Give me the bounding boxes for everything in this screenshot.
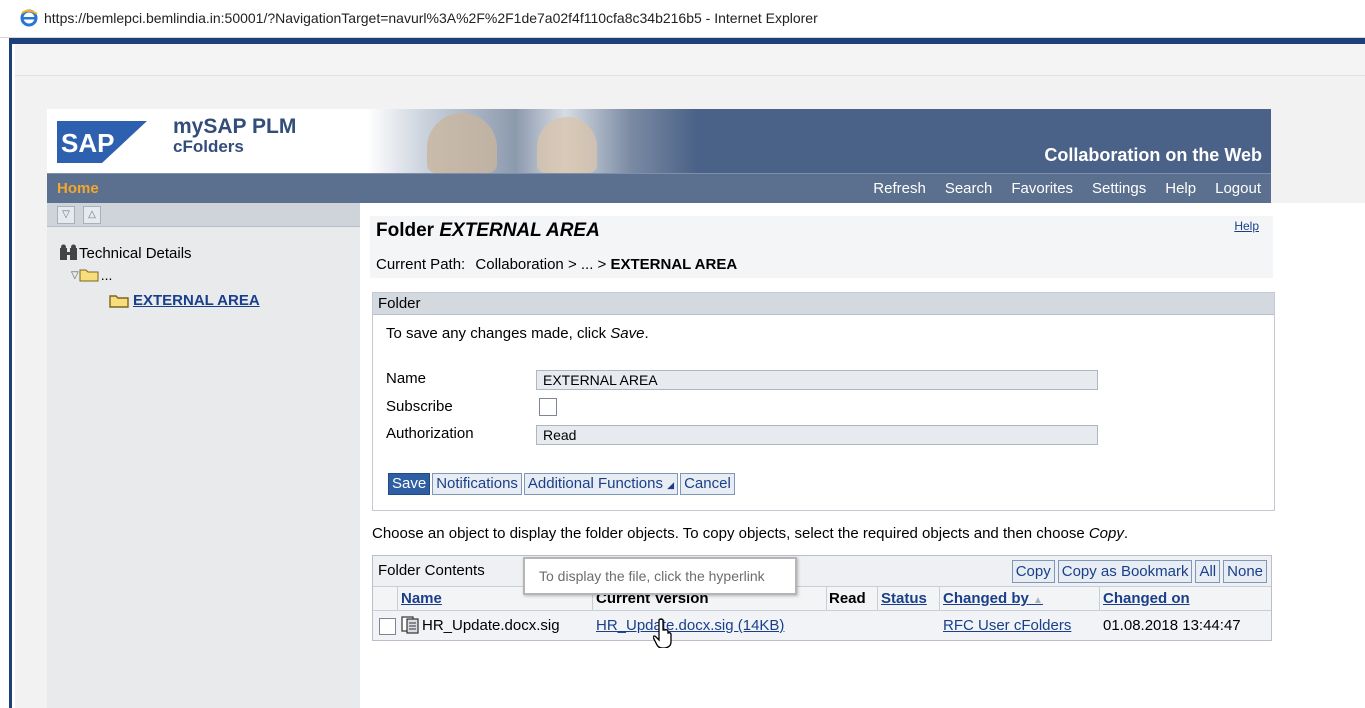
page-title-name: EXTERNAL AREA: [439, 220, 600, 241]
folder-contents-table: Folder Contents Copy Copy as Bookmark Al…: [372, 555, 1272, 641]
select-all-button[interactable]: All: [1195, 560, 1221, 583]
additional-functions-button[interactable]: Additional Functions ◢: [523, 473, 679, 495]
hand-cursor-icon: [653, 618, 672, 648]
row-select-checkbox[interactable]: [379, 618, 396, 635]
breadcrumb: Current Path: Collaboration > ... > EXTE…: [376, 256, 737, 273]
folder-actions: Save Notifications Additional Functions …: [388, 473, 735, 495]
page-title: Folder EXTERNAL AREA: [376, 220, 600, 242]
copy-instructions-suffix: .: [1123, 525, 1129, 542]
nav-search-link[interactable]: Search: [945, 180, 993, 197]
tree-parent-label: ...: [100, 267, 113, 283]
menu-arrow-icon: ◢: [667, 480, 675, 490]
help-link[interactable]: Help: [1234, 219, 1259, 233]
row-version-link[interactable]: HR_Update.docx.sig (14KB): [596, 617, 784, 634]
save-hint-prefix: To save any changes made, click: [386, 325, 607, 342]
nav-help-link[interactable]: Help: [1165, 180, 1196, 197]
nav-home-link[interactable]: Home: [57, 180, 99, 197]
notifications-button[interactable]: Notifications: [432, 473, 522, 495]
save-hint-suffix: .: [644, 325, 649, 342]
breadcrumb-label: Current Path:: [376, 256, 466, 273]
tree-item-technical-details[interactable]: Technical Details: [59, 244, 192, 262]
copy-instructions-action: Copy: [1088, 525, 1124, 542]
nav-refresh-link[interactable]: Refresh: [873, 180, 926, 197]
nav-logout-link[interactable]: Logout: [1215, 180, 1261, 197]
name-field[interactable]: EXTERNAL AREA: [536, 370, 1098, 390]
area-icon: [60, 244, 77, 260]
banner-person-1: [427, 113, 497, 173]
internet-explorer-icon: [20, 9, 38, 27]
cancel-button[interactable]: Cancel: [680, 473, 735, 495]
folder-section-header: Folder: [373, 293, 1274, 315]
authorization-label: Authorization: [386, 425, 474, 442]
name-label: Name: [386, 370, 427, 387]
nav-settings-link[interactable]: Settings: [1092, 180, 1146, 197]
subscribe-label: Subscribe: [386, 398, 453, 415]
sap-logo-text: SAP: [61, 128, 114, 158]
tree-root-label: Technical Details: [79, 244, 192, 262]
folder-icon: [79, 269, 99, 282]
nav-favorites-link[interactable]: Favorites: [1011, 180, 1073, 197]
product-line-1: mySAP PLM: [173, 115, 297, 138]
breadcrumb-current: EXTERNAL AREA: [610, 256, 738, 273]
hyperlink-tooltip: To display the file, click the hyperlink: [523, 557, 797, 595]
nav-links: Refresh Search Favorites Settings Help L…: [873, 180, 1261, 197]
tree-item-parent[interactable]: ▽ ...: [71, 267, 112, 283]
banner-tagline: Collaboration on the Web: [1044, 145, 1262, 165]
main-content: Folder EXTERNAL AREA Help Current Path: …: [360, 203, 1365, 708]
folder-contents-header: Folder Contents Copy Copy as Bookmark Al…: [373, 556, 1271, 587]
copy-button[interactable]: Copy: [1011, 560, 1055, 583]
tree-toolbar: ▽ △: [47, 203, 360, 227]
document-icon: [401, 616, 419, 634]
column-changed-on[interactable]: Changed on: [1103, 590, 1190, 607]
folder-properties-panel: Folder To save any changes made, click S…: [372, 292, 1275, 511]
authorization-field[interactable]: Read: [536, 425, 1098, 445]
column-read: Read: [829, 590, 866, 607]
row-name: HR_Update.docx.sig: [422, 617, 560, 634]
breadcrumb-middle[interactable]: Collaboration > ... >: [475, 256, 606, 273]
column-name[interactable]: Name: [401, 590, 442, 607]
select-none-button[interactable]: None: [1223, 560, 1267, 583]
navigation-tree-pane: ▽ △ Technical Details ▽ ... EXTERNAL ARE…: [47, 203, 360, 708]
window-titlebar: https://bemlepci.bemlindia.in:50001/?Nav…: [0, 0, 1365, 38]
expand-arrow-icon[interactable]: ▽: [71, 270, 79, 281]
page-header: Folder EXTERNAL AREA Help Current Path: …: [370, 216, 1273, 278]
column-status[interactable]: Status: [881, 590, 927, 607]
sap-banner: SAP mySAP PLM cFolders Collaboration on …: [47, 109, 1271, 173]
top-navigation: Home Refresh Search Favorites Settings H…: [47, 173, 1271, 203]
folder-contents-actions: Copy Copy as Bookmark All None: [1011, 560, 1267, 583]
table-row[interactable]: HR_Update.docx.sig HR_Update.docx.sig (1…: [373, 611, 1271, 640]
copy-instructions: Choose an object to display the folder o…: [372, 525, 1128, 542]
sap-logo: SAP: [57, 121, 147, 163]
save-hint: To save any changes made, click Save.: [386, 325, 649, 342]
subscribe-checkbox[interactable]: [539, 398, 557, 416]
banner-photo: [367, 109, 697, 173]
row-changed-on: 01.08.2018 13:44:47: [1103, 617, 1241, 634]
tree-item-external-area[interactable]: EXTERNAL AREA: [109, 292, 260, 309]
column-changed-by[interactable]: Changed by ▲: [943, 590, 1043, 607]
product-line-2: cFolders: [173, 137, 244, 156]
browser-toolbar: [15, 44, 1365, 76]
folder-contents-title: Folder Contents: [378, 562, 485, 579]
copy-as-bookmark-button[interactable]: Copy as Bookmark: [1057, 560, 1193, 583]
copy-instructions-text: Choose an object to display the folder o…: [372, 525, 1085, 542]
row-changed-by-link[interactable]: RFC User cFolders: [943, 617, 1071, 634]
expand-up-icon[interactable]: △: [83, 206, 101, 224]
banner-logo-area: SAP mySAP PLM cFolders: [47, 109, 367, 173]
sort-ascending-icon: ▲: [1033, 595, 1043, 606]
table-header-row: Name Current Version Read Status Changed…: [373, 587, 1271, 611]
window-title: https://bemlepci.bemlindia.in:50001/?Nav…: [44, 10, 818, 26]
window-frame-left: [0, 38, 12, 708]
product-name: mySAP PLM cFolders: [173, 115, 296, 157]
additional-functions-label: Additional Functions: [527, 475, 663, 492]
banner-person-2: [537, 117, 597, 173]
column-changed-by-label: Changed by: [943, 590, 1029, 607]
collapse-all-icon[interactable]: ▽: [57, 206, 75, 224]
save-hint-action: Save: [610, 325, 645, 342]
folder-open-icon: [109, 294, 129, 308]
tree-current-label: EXTERNAL AREA: [133, 292, 260, 309]
save-button[interactable]: Save: [388, 473, 431, 495]
page-title-prefix: Folder: [376, 220, 435, 241]
